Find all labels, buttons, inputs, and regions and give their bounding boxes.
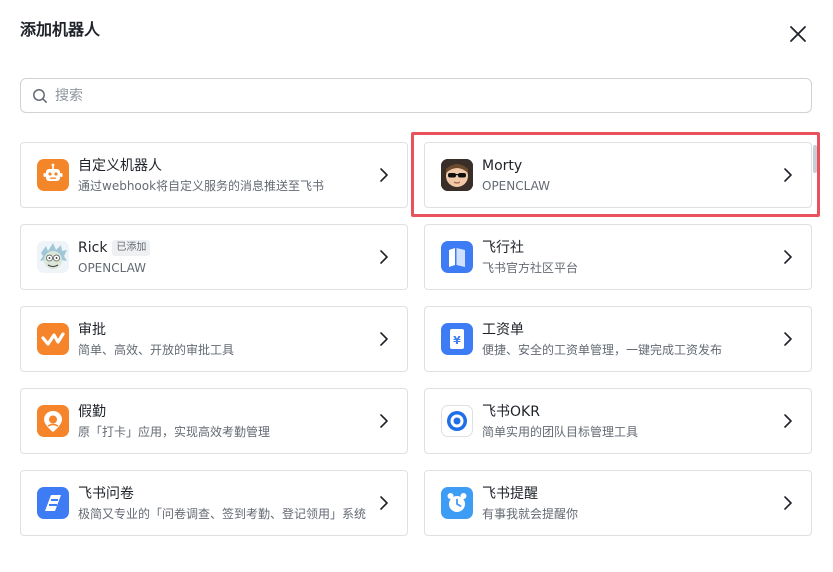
book-icon [441,241,473,273]
chevron-right-icon [784,168,792,182]
bot-card-custom[interactable]: 自定义机器人 通过webhook将自定义服务的消息推送至飞书 [20,142,408,208]
added-badge: 已添加 [112,240,151,256]
robot-icon [37,159,69,191]
bot-name: Morty [482,158,523,174]
svg-text:¥: ¥ [453,334,461,347]
search-icon [33,89,47,103]
close-icon[interactable] [786,22,810,46]
check-icon [37,323,69,355]
bot-desc: 原「打卡」应用，实现高效考勤管理 [78,425,271,439]
chevron-right-icon [380,332,388,346]
bot-desc: 通过webhook将自定义服务的消息推送至飞书 [78,179,325,193]
bot-desc: 极简又专业的「问卷调查、签到考勤、登记领用」系统 [78,507,367,521]
rick-avatar-icon [37,241,69,273]
bot-name: 审批 [78,322,106,338]
chevron-right-icon [380,496,388,510]
bot-desc: 飞书官方社区平台 [482,261,579,275]
location-pin-icon [37,405,69,437]
search-box[interactable] [20,78,812,113]
bot-desc: 简单、高效、开放的审批工具 [78,343,235,357]
morty-avatar-icon [441,159,473,191]
bot-name: 飞书OKR [482,404,540,420]
bot-desc: OPENCLAW [482,179,550,193]
bot-card-morty[interactable]: Morty OPENCLAW [424,142,812,208]
bot-name: 自定义机器人 [78,158,162,174]
bot-name: 工资单 [482,322,524,338]
bot-card-reminder[interactable]: 飞书提醒 有事我就会提醒你 [424,470,812,536]
bot-name: 飞行社 [482,240,524,256]
chevron-right-icon [784,332,792,346]
chevron-right-icon [380,414,388,428]
bot-name: 飞书问卷 [78,486,134,502]
chevron-right-icon [784,250,792,264]
scrollbar[interactable] [813,145,817,173]
dialog-title: 添加机器人 [20,20,101,39]
bot-desc: OPENCLAW [78,261,146,275]
survey-icon [37,487,69,519]
chevron-right-icon [784,414,792,428]
target-icon [441,405,473,437]
bot-card-okr[interactable]: 飞书OKR 简单实用的团队目标管理工具 [424,388,812,454]
bot-name: 假勤 [78,404,106,420]
bot-card-attendance[interactable]: 假勤 原「打卡」应用，实现高效考勤管理 [20,388,408,454]
bot-card-rick[interactable]: Rick 已添加 OPENCLAW [20,224,408,290]
bot-desc: 简单实用的团队目标管理工具 [482,425,639,439]
bot-card-approval[interactable]: 审批 简单、高效、开放的审批工具 [20,306,408,372]
chevron-right-icon [380,250,388,264]
search-input[interactable] [55,79,795,112]
bot-desc: 有事我就会提醒你 [482,507,579,521]
bot-card-feixingshe[interactable]: 飞行社 飞书官方社区平台 [424,224,812,290]
bot-desc: 便捷、安全的工资单管理，一键完成工资发布 [482,343,723,357]
bot-name: Rick 已添加 [78,238,151,258]
bot-card-payslip[interactable]: ¥ 工资单 便捷、安全的工资单管理，一键完成工资发布 [424,306,812,372]
yuan-document-icon: ¥ [441,323,473,355]
bot-name: 飞书提醒 [482,486,538,502]
chevron-right-icon [784,496,792,510]
alarm-clock-icon [441,487,473,519]
chevron-right-icon [380,168,388,182]
add-bot-dialog: 添加机器人 自定义机器人 [0,0,833,572]
bot-card-survey[interactable]: 飞书问卷 极简又专业的「问卷调查、签到考勤、登记领用」系统 [20,470,408,536]
bot-name-text: Rick [78,240,108,256]
